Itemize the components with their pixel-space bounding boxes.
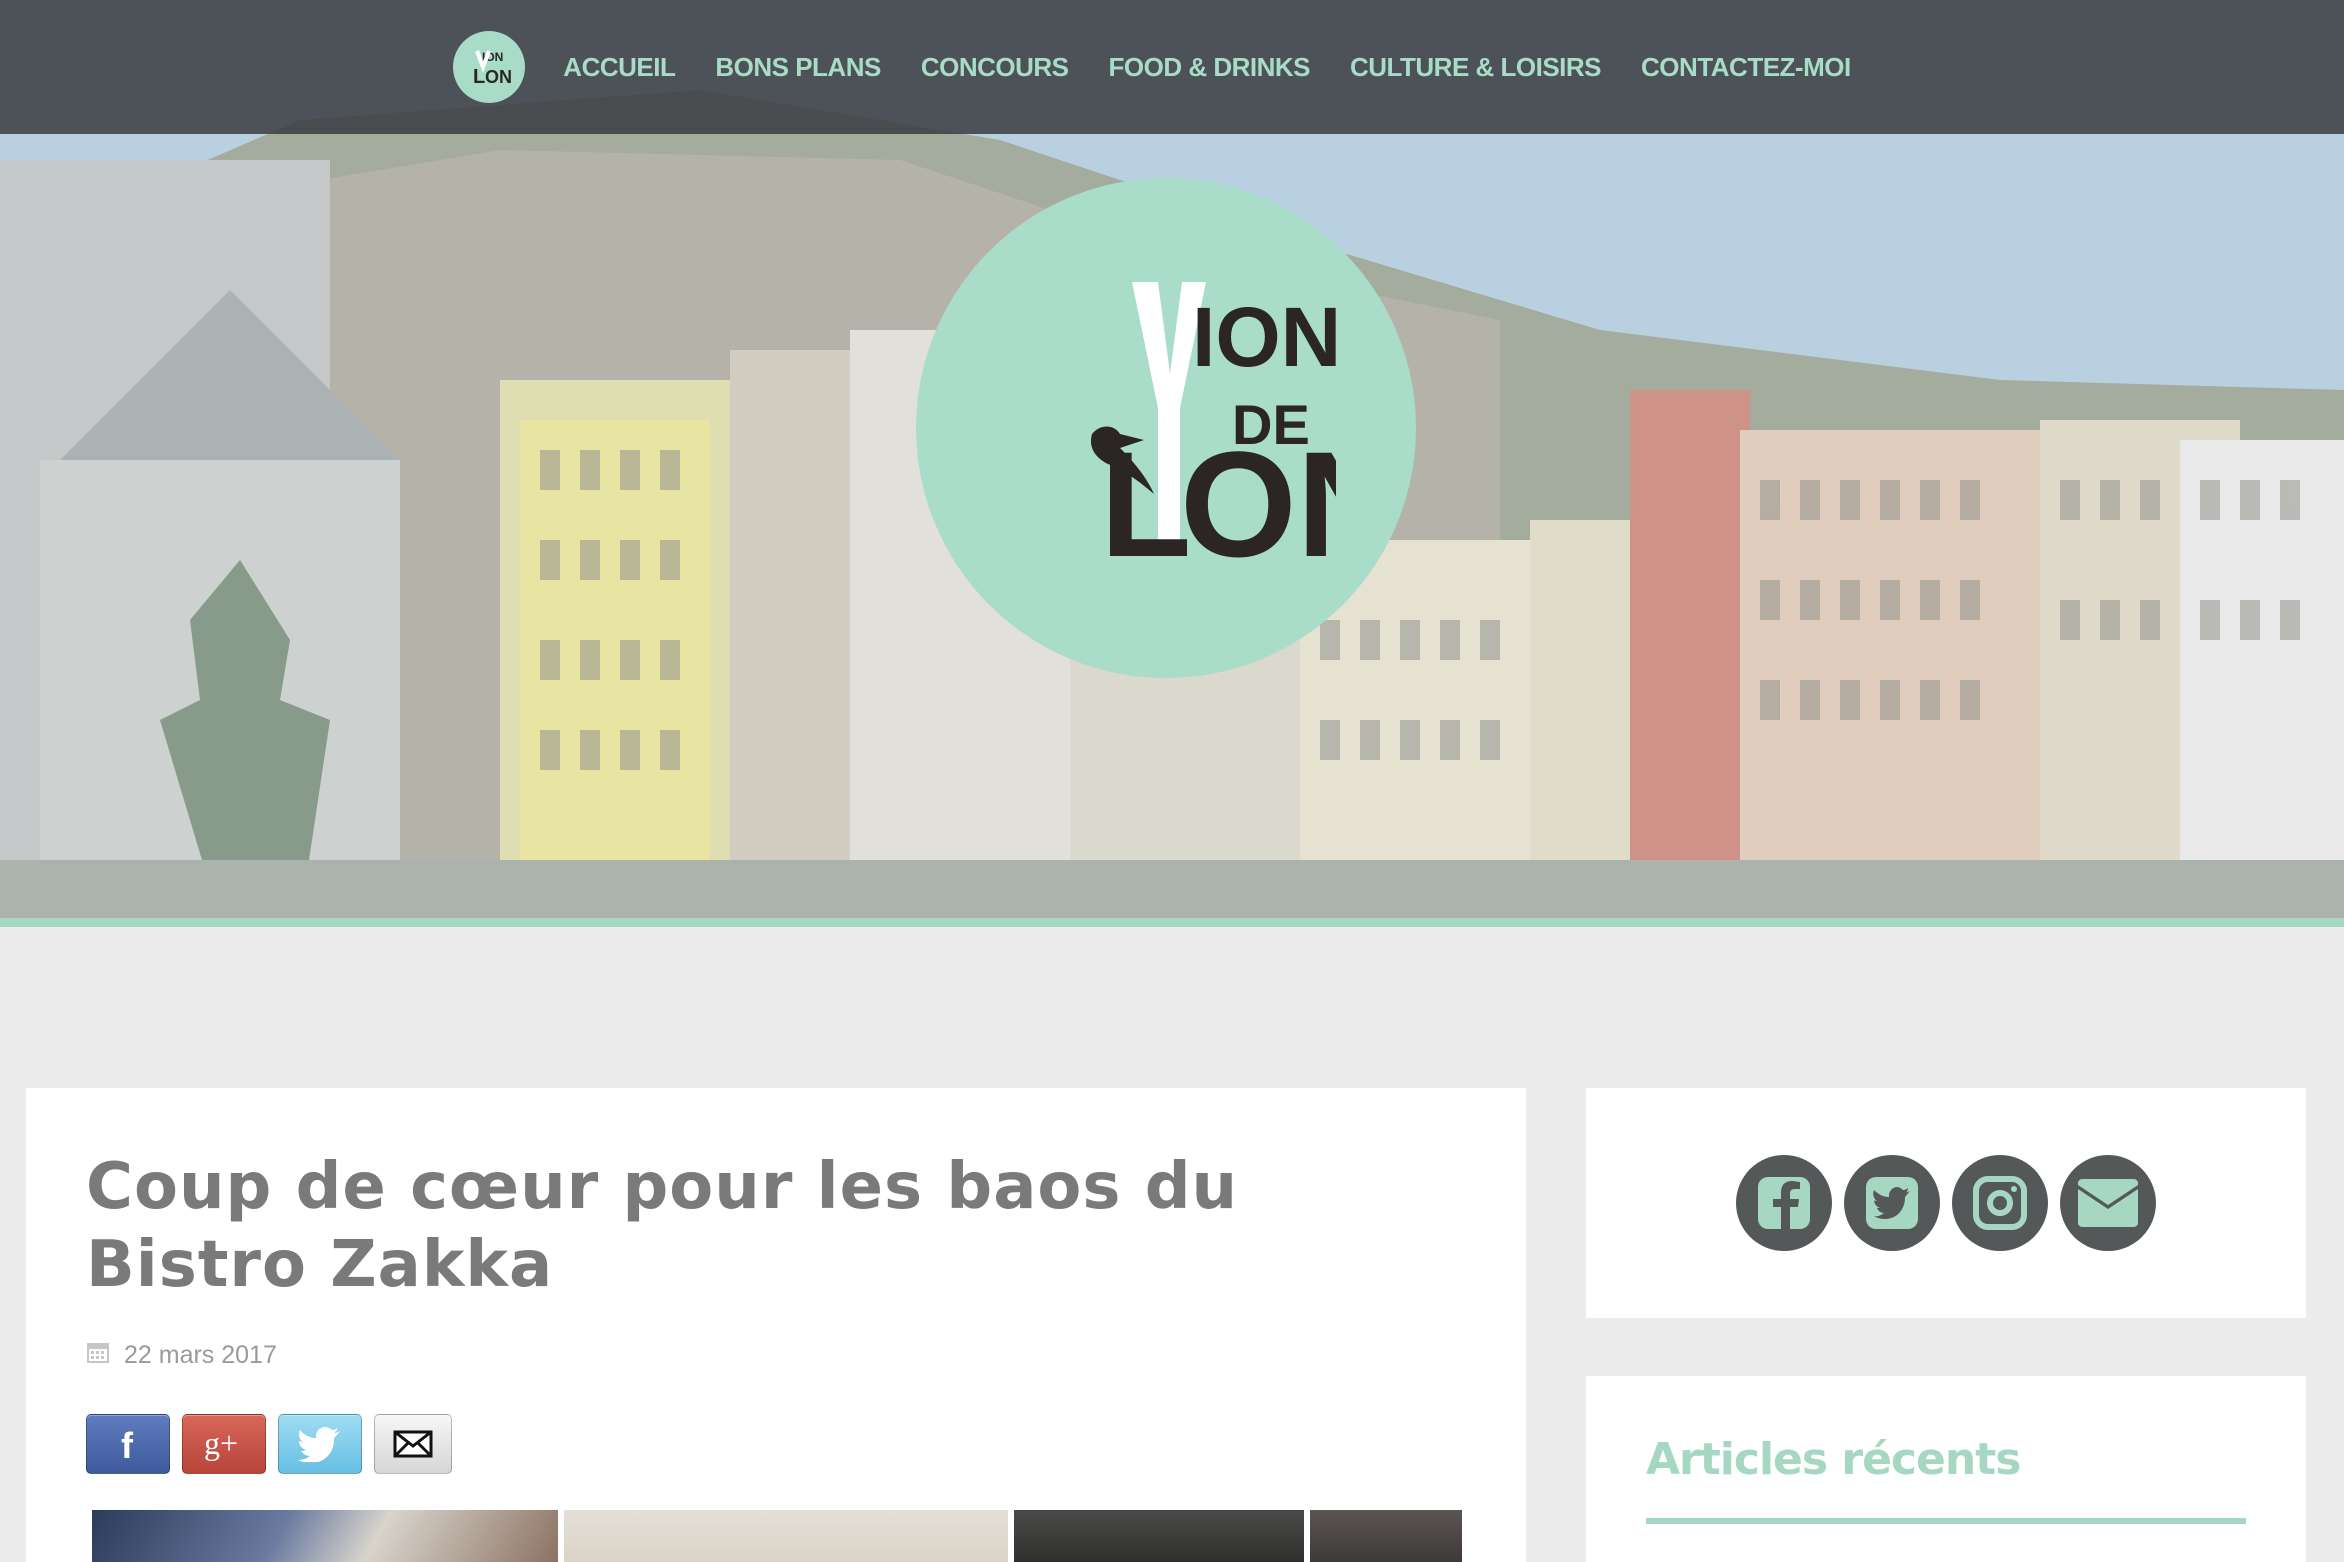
- envelope-icon: [393, 1430, 433, 1458]
- gallery-image[interactable]: [564, 1510, 1008, 1562]
- facebook-social-link[interactable]: [1736, 1155, 1832, 1251]
- svg-text:ON: ON: [485, 67, 511, 87]
- twitter-social-link[interactable]: [1844, 1155, 1940, 1251]
- svg-text:g+: g+: [204, 1425, 238, 1461]
- twitter-icon: [298, 1427, 340, 1462]
- recent-articles-widget: Articles récents: [1586, 1376, 2306, 1562]
- logo-on-text: ON: [1180, 420, 1336, 588]
- calendar-icon: [86, 1340, 110, 1371]
- logo-icon: ION L ON: [473, 50, 511, 88]
- gallery-image[interactable]: [1310, 1510, 1462, 1562]
- top-navigation: ION L ON ACCUEIL BONS PLANS CONCOURS FOO…: [0, 0, 2344, 134]
- nav-contactez-moi[interactable]: CONTACTEZ-MOI: [1621, 52, 1871, 83]
- recent-articles-title: Articles récents: [1646, 1434, 2021, 1485]
- facebook-icon: [1758, 1177, 1810, 1229]
- twitter-share-button[interactable]: [278, 1414, 362, 1474]
- gallery-image[interactable]: [92, 1510, 558, 1562]
- facebook-icon: f: [121, 1426, 134, 1462]
- post-gallery: [92, 1510, 1462, 1562]
- email-social-link[interactable]: [2060, 1155, 2156, 1251]
- nav-food-drinks[interactable]: FOOD & DRINKS: [1089, 52, 1331, 83]
- post-date: 22 mars 2017: [86, 1340, 277, 1371]
- site-logo[interactable]: ION DE L ON: [916, 178, 1416, 678]
- share-buttons: f g+: [86, 1414, 452, 1474]
- google-plus-share-button[interactable]: g+: [182, 1414, 266, 1474]
- post-date-text: 22 mars 2017: [124, 1341, 277, 1369]
- nav-logo[interactable]: ION L ON: [453, 31, 526, 103]
- gallery-image[interactable]: [1014, 1510, 1304, 1562]
- nav-culture-loisirs[interactable]: CULTURE & LOISIRS: [1330, 52, 1621, 83]
- instagram-icon: [1973, 1176, 2027, 1230]
- social-links-widget: [1586, 1088, 2306, 1318]
- nav-accueil[interactable]: ACCUEIL: [543, 52, 695, 83]
- post-card: Coup de cœur pour les baos du Bistro Zak…: [26, 1088, 1526, 1562]
- email-icon: [2078, 1179, 2138, 1227]
- facebook-share-button[interactable]: f: [86, 1414, 170, 1474]
- logo-ion-text: ION: [1192, 290, 1336, 384]
- nav-concours[interactable]: CONCOURS: [901, 52, 1089, 83]
- svg-text:f: f: [121, 1426, 134, 1462]
- twitter-icon: [1866, 1177, 1918, 1229]
- email-share-button[interactable]: [374, 1414, 452, 1474]
- instagram-social-link[interactable]: [1952, 1155, 2048, 1251]
- recent-articles-divider: [1646, 1518, 2246, 1524]
- nav-menu: ION L ON ACCUEIL BONS PLANS CONCOURS FOO…: [453, 0, 1870, 134]
- hero-accent-line: [0, 918, 2344, 927]
- post-title[interactable]: Coup de cœur pour les baos du Bistro Zak…: [86, 1148, 1466, 1304]
- google-plus-icon: g+: [204, 1425, 238, 1461]
- nav-bons-plans[interactable]: BONS PLANS: [695, 52, 900, 83]
- vion-de-lyon-logo: ION DE L ON: [1090, 282, 1336, 588]
